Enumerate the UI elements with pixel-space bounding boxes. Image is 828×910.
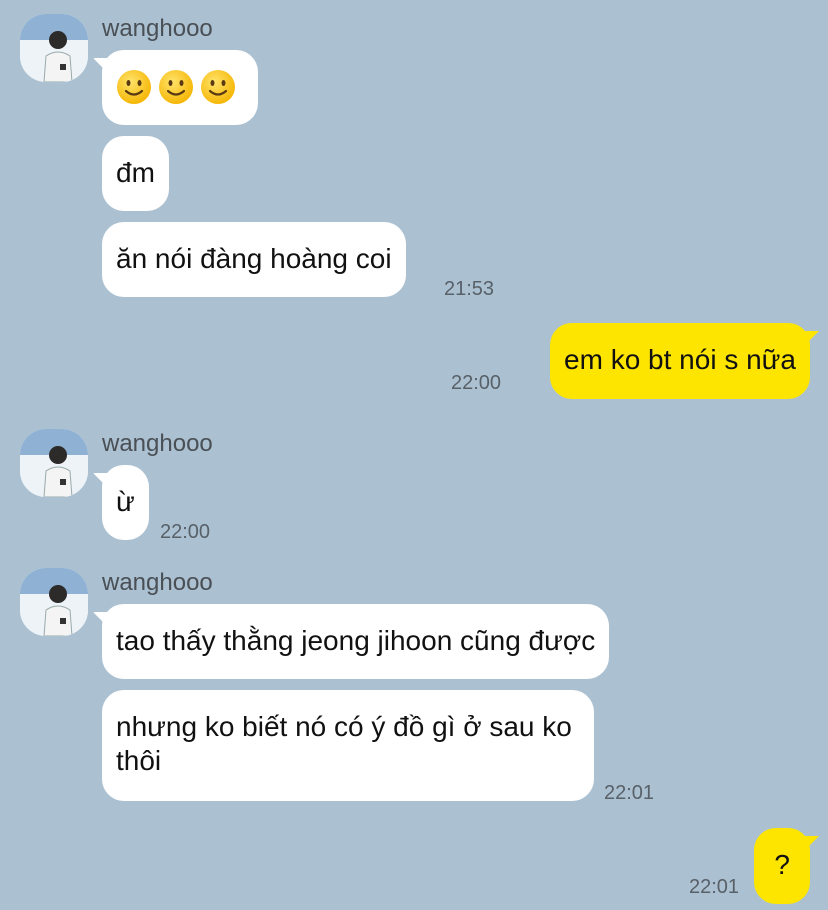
message-text: em ko bt nói s nữa [564, 344, 796, 375]
message-timestamp: 22:00 [160, 521, 211, 543]
message-text: ? [774, 849, 790, 880]
avatar-photo-icon [20, 568, 88, 636]
message-text: đm [116, 157, 155, 188]
message-timestamp: 22:01 [604, 782, 655, 804]
sender-name: wanghooo [102, 15, 213, 42]
message-timestamp: 22:00 [451, 372, 502, 394]
message-bubble[interactable] [102, 50, 258, 125]
chat-thread[interactable]: wanghooo đm ăn nói đàng hoàng coi 21:53 … [0, 0, 828, 910]
slightly-smiling-face-icon [159, 70, 193, 104]
message-bubble[interactable]: tao thấy thằng jeong jihoon cũng được [102, 604, 610, 679]
message-timestamp: 22:01 [689, 876, 740, 898]
message-bubble-outgoing[interactable]: em ko bt nói s nữa [550, 323, 810, 399]
message-text: tao thấy thằng jeong jihoon cũng được [116, 625, 596, 656]
sender-avatar[interactable] [20, 429, 88, 497]
message-bubble[interactable]: đm [102, 136, 169, 211]
message-text: ừ [116, 486, 135, 517]
message-text: ăn nói đàng hoàng coi [116, 243, 392, 274]
emoji-row [116, 70, 244, 104]
message-timestamp: 21:53 [444, 278, 495, 300]
message-text: nhưng ko biết nó có ý đồ gì ở sau ko thô… [116, 711, 572, 776]
message-bubble[interactable]: ăn nói đàng hoàng coi [102, 222, 406, 297]
avatar-photo-icon [20, 429, 88, 497]
sender-name: wanghooo [102, 430, 213, 457]
message-bubble[interactable]: nhưng ko biết nó có ý đồ gì ở sau ko thô… [102, 690, 594, 801]
slightly-smiling-face-icon [117, 70, 151, 104]
sender-avatar[interactable] [20, 14, 88, 82]
sender-name: wanghooo [102, 569, 213, 596]
slightly-smiling-face-icon [201, 70, 235, 104]
message-bubble-outgoing[interactable]: ? [754, 828, 810, 904]
sender-avatar[interactable] [20, 568, 88, 636]
avatar-photo-icon [20, 14, 88, 82]
message-bubble[interactable]: ừ [102, 465, 149, 540]
